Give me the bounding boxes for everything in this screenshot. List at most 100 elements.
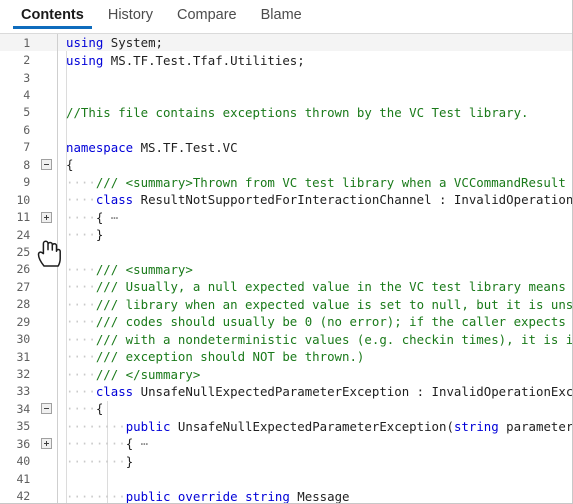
fold-cell-empty xyxy=(36,86,57,103)
fold-cell-empty xyxy=(36,330,57,347)
code-line[interactable]: 8{ xyxy=(0,156,572,174)
tab-contents[interactable]: Contents xyxy=(9,0,96,29)
code-token: } xyxy=(95,227,104,243)
code-line-text[interactable]: using System; xyxy=(58,34,572,51)
code-token: /// <summary>Thrown from VC test library… xyxy=(95,174,566,190)
code-line[interactable]: 33 ···· class UnsafeNullExpectedParameterE… xyxy=(0,382,572,401)
code-line[interactable]: 10 ···· class ResultNotSupportedForInterac… xyxy=(0,190,572,209)
tab-history[interactable]: History xyxy=(96,0,165,28)
code-line-text[interactable]: using MS.TF.Test.Tfaf.Utilities; xyxy=(58,51,572,68)
code-line[interactable]: 31 ····/// exception should NOT be thrown… xyxy=(0,347,572,366)
code-token: ········ xyxy=(66,418,126,434)
line-number: 34 xyxy=(16,401,30,416)
code-line-text[interactable]: ········ public override string Message xyxy=(58,487,572,503)
code-token: } xyxy=(125,453,134,469)
fold-cell-empty xyxy=(36,174,57,191)
code-line[interactable]: 42 ········ public override string Message xyxy=(0,487,572,503)
code-line[interactable]: 30 ····/// with a nondeterministic values… xyxy=(0,330,572,348)
code-line-text[interactable]: ····/// </summary> xyxy=(58,365,572,382)
expand-fold-button[interactable] xyxy=(36,435,57,452)
code-line[interactable]: 35 ········ public UnsafeNullExpectedParam… xyxy=(0,417,572,436)
code-line-text[interactable]: ···· class ResultNotSupportedForInteracti… xyxy=(58,191,572,208)
code-line[interactable]: 25 xyxy=(0,243,572,261)
code-line[interactable]: 24 ····} xyxy=(0,225,572,244)
tab-compare[interactable]: Compare xyxy=(165,0,249,28)
code-token: ···· xyxy=(66,401,96,417)
code-line[interactable]: 32 ····/// </summary> xyxy=(0,365,572,383)
tab-label: History xyxy=(107,7,153,23)
collapse-fold-button[interactable] xyxy=(36,156,57,173)
code-token: /// Usually, a null expected value in th… xyxy=(95,279,566,295)
code-line[interactable]: 2 using MS.TF.Test.Tfaf.Utilities; xyxy=(0,51,572,69)
code-line[interactable]: 6 xyxy=(0,121,572,139)
code-line[interactable]: 28 ····/// library when an expected value… xyxy=(0,295,572,313)
code-line-text[interactable]: ···· class UnsafeNullExpectedParameterExc… xyxy=(58,383,572,400)
code-line-text[interactable] xyxy=(58,69,572,86)
code-line[interactable]: 29 ····/// codes should usually be 0 (no … xyxy=(0,313,572,331)
collapse-fold-button[interactable] xyxy=(36,400,57,417)
code-line-text[interactable]: ····/// <summary>Thrown from VC test lib… xyxy=(58,174,572,191)
code-line[interactable]: 5 //This file contains exceptions thrown … xyxy=(0,103,572,122)
code-token: ResultNotSupportedForInteractionChannel … xyxy=(140,192,572,208)
code-token: ···· xyxy=(66,261,96,277)
tab-label: Compare xyxy=(176,7,237,23)
code-line[interactable]: 11 ····{ ⋯ xyxy=(0,208,572,226)
code-line-text[interactable]: ····/// exception should NOT be thrown.) xyxy=(58,348,572,365)
code-line[interactable]: 7 namespace MS.TF.Test.VC xyxy=(0,138,572,157)
code-line[interactable]: 36 ········{ ⋯ xyxy=(0,435,572,453)
code-line[interactable]: 1 using System; xyxy=(0,34,572,52)
code-line-text[interactable]: ········{ ⋯ xyxy=(58,435,572,452)
code-line[interactable]: 40 ········} xyxy=(0,452,572,470)
line-number: 7 xyxy=(23,140,30,155)
code-token: public xyxy=(125,418,171,434)
code-token: namespace xyxy=(66,139,134,155)
line-number: 1 xyxy=(23,35,30,50)
line-number: 5 xyxy=(23,105,30,120)
code-line-text[interactable]: ····} xyxy=(58,226,572,243)
code-token: { xyxy=(125,436,141,452)
line-number: 41 xyxy=(16,471,30,486)
code-line[interactable]: 27 ····/// Usually, a null expected value… xyxy=(0,278,572,296)
code-line-text[interactable]: ········ public UnsafeNullExpectedParamet… xyxy=(58,418,572,435)
code-line-text[interactable]: ····{ ⋯ xyxy=(58,208,572,225)
expand-fold-button[interactable] xyxy=(36,208,57,225)
code-token: /// </summary> xyxy=(95,366,201,382)
code-token: ···· xyxy=(66,209,96,225)
code-line-text[interactable]: ····{ xyxy=(58,400,572,417)
tab-blame[interactable]: Blame xyxy=(249,0,314,28)
line-number: 36 xyxy=(16,436,30,451)
code-line-text[interactable]: ····/// library when an expected value i… xyxy=(58,296,572,313)
code-token: { xyxy=(95,401,104,417)
code-editor[interactable]: 1 using System; 2 using MS.TF.Test.Tfaf.Uti… xyxy=(0,33,572,503)
code-line-text[interactable]: ····/// with a nondeterministic values (… xyxy=(58,330,572,347)
code-token: ···· xyxy=(66,331,96,347)
code-line-text[interactable]: ····/// Usually, a null expected value i… xyxy=(58,278,572,295)
code-line-text[interactable]: { xyxy=(58,156,572,173)
code-line-text[interactable] xyxy=(58,243,572,260)
code-line[interactable]: 26 ····/// <summary> xyxy=(0,260,572,279)
code-line-text[interactable]: ····/// codes should usually be 0 (no er… xyxy=(58,313,572,330)
code-token: ···· xyxy=(66,296,96,312)
code-line[interactable]: 3 xyxy=(0,68,572,87)
code-token: class xyxy=(95,192,134,208)
plus-icon xyxy=(41,211,52,223)
active-tab-indicator xyxy=(13,26,92,29)
code-line[interactable]: 34 ····{ xyxy=(0,400,572,418)
code-line[interactable]: 9 ····/// <summary>Thrown from VC test li… xyxy=(0,173,572,191)
code-line[interactable]: 41 xyxy=(0,469,572,488)
code-line[interactable]: 4 xyxy=(0,86,572,104)
code-token: MS.TF.Test.VC xyxy=(133,139,238,155)
code-token: ···· xyxy=(66,383,96,399)
code-line-text[interactable] xyxy=(58,470,572,487)
fold-cell-empty xyxy=(36,104,57,121)
code-token: UnsafeNullExpectedParameterException( xyxy=(170,418,454,434)
code-token: //This file contains exceptions thrown b… xyxy=(66,104,529,120)
code-line-text[interactable]: namespace MS.TF.Test.VC xyxy=(58,139,572,156)
code-line-text[interactable] xyxy=(58,121,572,138)
code-line-text[interactable]: ····/// <summary> xyxy=(58,261,572,278)
code-line-text[interactable]: ········} xyxy=(58,453,572,470)
code-line-text[interactable] xyxy=(58,86,572,103)
code-line-text[interactable]: //This file contains exceptions thrown b… xyxy=(58,104,572,121)
